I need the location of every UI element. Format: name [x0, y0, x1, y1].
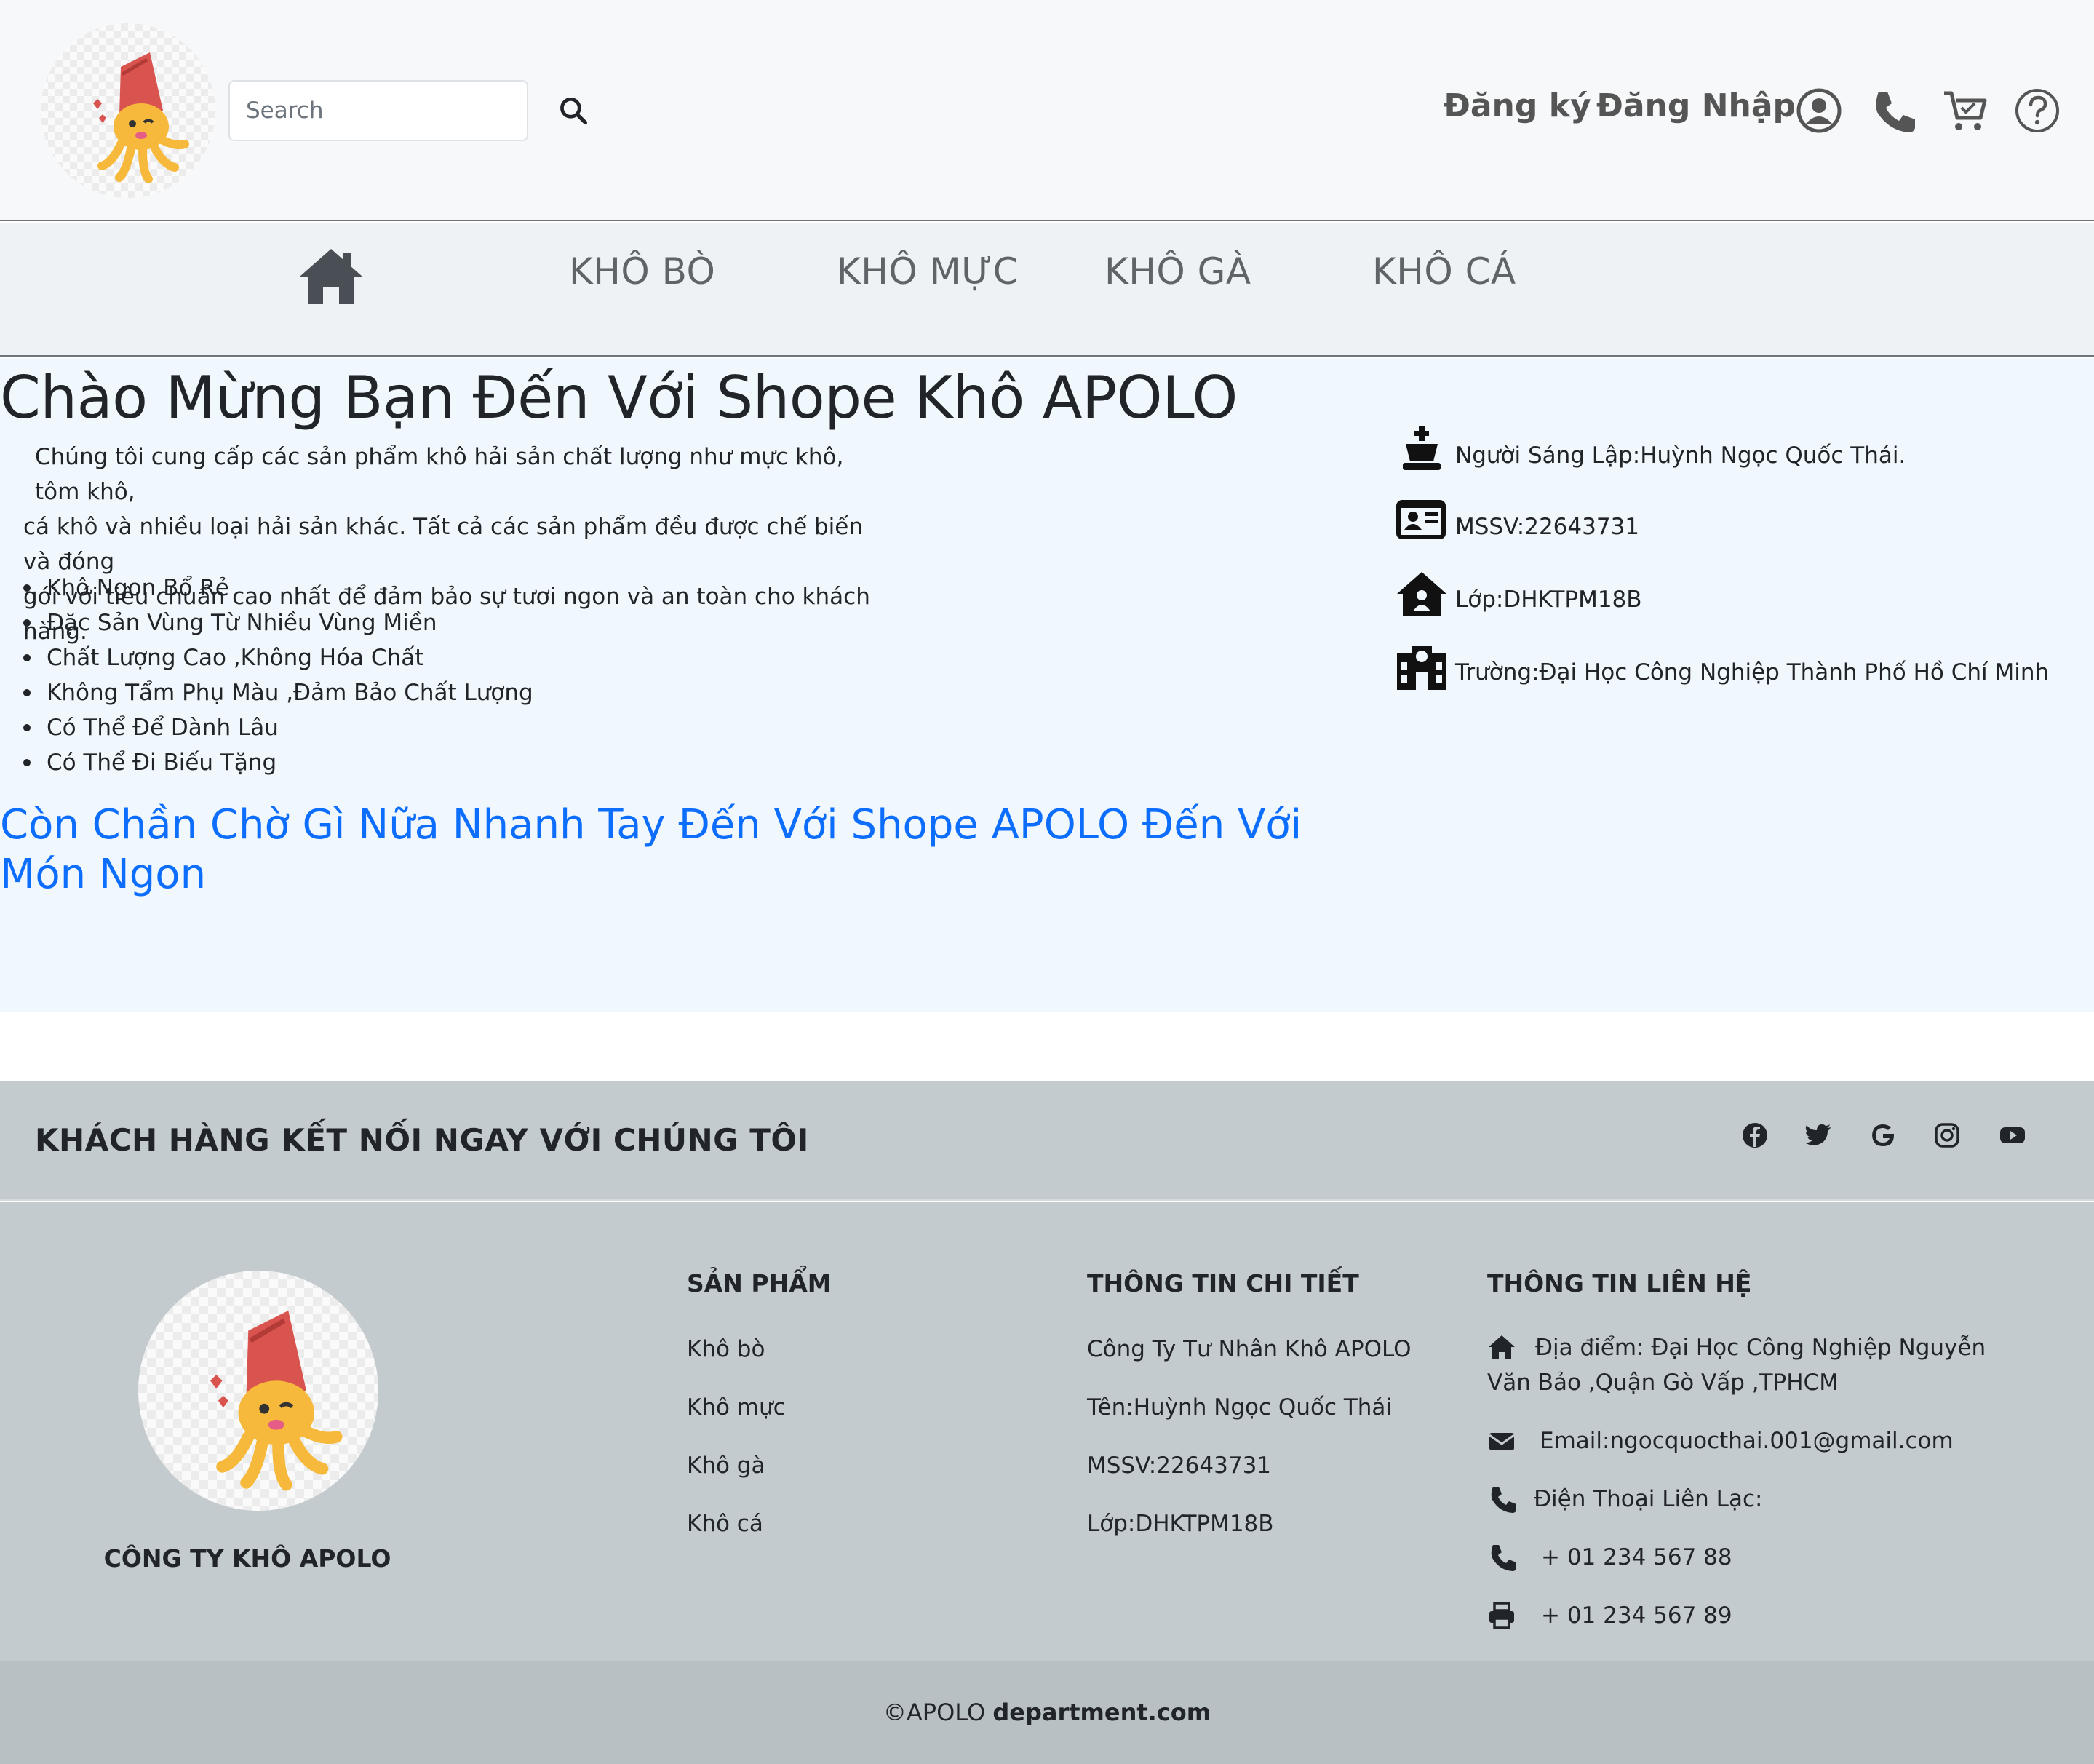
chess-king-icon: [1396, 426, 1448, 473]
school-text: Trường:Đại Học Công Nghiệp Thành Phố Hồ …: [1455, 659, 2050, 686]
phone-number[interactable]: + 01 234 567 88: [1541, 1540, 1732, 1575]
footer-link-kho-bo[interactable]: Khô bò: [687, 1336, 765, 1362]
home-icon[interactable]: [298, 247, 364, 306]
school-icon: [1396, 643, 1448, 690]
home-icon: [1487, 1333, 1516, 1362]
footer-link-kho-muc[interactable]: Khô mực: [687, 1394, 786, 1421]
site-header: Đăng ký Đăng Nhập: [0, 0, 2094, 221]
youtube-icon[interactable]: [1998, 1121, 2027, 1150]
footer: CÔNG TY KHÔ APOLO SẢN PHẨM Khô bò Khô mự…: [0, 1202, 2094, 1661]
login-link[interactable]: Đăng Nhập: [1596, 87, 1796, 124]
address-line: Văn Bảo ,Quận Gò Vấp ,TPHCM: [1487, 1370, 1839, 1396]
detail-name: Tên:Huỳnh Ngọc Quốc Thái: [1087, 1394, 1393, 1421]
call-to-action-heading: Còn Chần Chờ Gì Nữa Nhanh Tay Đến Với Sh…: [0, 801, 1302, 898]
social-title: KHÁCH HÀNG KẾT NỐI NGAY VỚI CHÚNG TÔI: [35, 1122, 809, 1158]
detail-company: Công Ty Tư Nhân Khô APOLO: [1087, 1336, 1412, 1362]
fax-number: + 01 234 567 89: [1541, 1602, 1732, 1629]
help-icon[interactable]: [2014, 87, 2061, 134]
footer-link-kho-ca[interactable]: Khô cá: [687, 1511, 763, 1537]
page-title: Chào Mừng Bạn Đến Với Shope Khô APOLO: [0, 364, 1238, 432]
nav-item-kho-ga[interactable]: KHÔ GÀ: [1104, 250, 1251, 293]
social-bar: KHÁCH HÀNG KẾT NỐI NGAY VỚI CHÚNG TÔI: [0, 1081, 2094, 1201]
address-line: Địa điểm: Đại Học Công Nghiệp Nguyễn: [1535, 1335, 1986, 1361]
detail-student-id: MSSV:22643731: [1087, 1453, 1272, 1479]
envelope-icon: [1487, 1426, 1516, 1455]
register-link[interactable]: Đăng ký: [1444, 87, 1591, 124]
phone-icon: [1487, 1485, 1516, 1514]
user-account-icon[interactable]: [1796, 87, 1842, 134]
main-content: Chào Mừng Bạn Đến Với Shope Khô APOLO Ch…: [0, 358, 2094, 1012]
search-input[interactable]: [228, 80, 528, 141]
phone-icon: [1487, 1543, 1516, 1572]
main-nav: KHÔ BÒ KHÔ MỰC KHÔ GÀ KHÔ CÁ: [0, 223, 2094, 357]
list-item: Không Tẩm Phụ Màu ,Đảm Bảo Chất Lượng: [22, 675, 533, 710]
footer-link-kho-ga[interactable]: Khô gà: [687, 1453, 765, 1479]
facebook-icon[interactable]: [1740, 1121, 1769, 1150]
email-text[interactable]: Email:ngocquocthai.001@gmail.com: [1540, 1423, 1954, 1458]
list-item: Khô Ngon Bổ Rẻ: [22, 571, 533, 605]
detail-class: Lớp:DHKTPM18B: [1087, 1511, 1274, 1537]
printer-icon: [1487, 1601, 1516, 1630]
list-item: Có Thể Để Dành Lâu: [22, 710, 533, 745]
house-user-icon: [1396, 571, 1448, 617]
nav-item-kho-muc[interactable]: KHÔ MỰC: [837, 250, 1019, 293]
twitter-icon[interactable]: [1804, 1121, 1834, 1150]
cart-icon[interactable]: [1941, 87, 1988, 134]
founder-text: Người Sáng Lập:Huỳnh Ngọc Quốc Thái.: [1455, 442, 1906, 469]
copyright-bar: ©APOLO department.com: [0, 1661, 2094, 1764]
footer-logo: [138, 1271, 378, 1511]
list-item: Có Thể Đi Biếu Tặng: [22, 745, 533, 780]
list-item: Đặc Sản Vùng Từ Nhiều Vùng Miền: [22, 605, 533, 640]
phone-icon[interactable]: [1868, 87, 1915, 134]
phone-label-text: Điện Thoại Liên Lạc:: [1534, 1486, 1763, 1512]
copyright-domain-link[interactable]: department.com: [992, 1699, 1211, 1726]
nav-item-kho-bo[interactable]: KHÔ BÒ: [569, 250, 715, 293]
feature-list: Khô Ngon Bổ Rẻ Đặc Sản Vùng Từ Nhiều Vùn…: [22, 571, 533, 780]
nav-item-kho-ca[interactable]: KHÔ CÁ: [1372, 250, 1516, 293]
contact-title: THÔNG TIN LIÊN HỆ: [1487, 1269, 1752, 1298]
student-id-text: MSSV:22643731: [1455, 514, 1640, 540]
products-title: SẢN PHẨM: [687, 1269, 832, 1298]
intro-line: cá khô và nhiều loại hải sản khác. Tất c…: [23, 514, 864, 575]
google-icon[interactable]: [1868, 1121, 1898, 1150]
company-name: CÔNG TY KHÔ APOLO: [103, 1544, 391, 1573]
instagram-icon[interactable]: [1932, 1121, 1962, 1150]
search-icon[interactable]: [557, 95, 589, 127]
list-item: Chất Lượng Cao ,Không Hóa Chất: [22, 640, 533, 675]
class-text: Lớp:DHKTPM18B: [1455, 587, 1642, 613]
id-card-icon: [1396, 498, 1448, 544]
copyright-prefix: ©APOLO: [883, 1699, 986, 1726]
intro-line: Chúng tôi cung cấp các sản phẩm khô hải …: [35, 444, 844, 505]
copyright-text: ©APOLO department.com: [0, 1699, 2094, 1726]
apolo-logo[interactable]: [41, 23, 215, 198]
details-title: THÔNG TIN CHI TIẾT: [1087, 1269, 1359, 1298]
